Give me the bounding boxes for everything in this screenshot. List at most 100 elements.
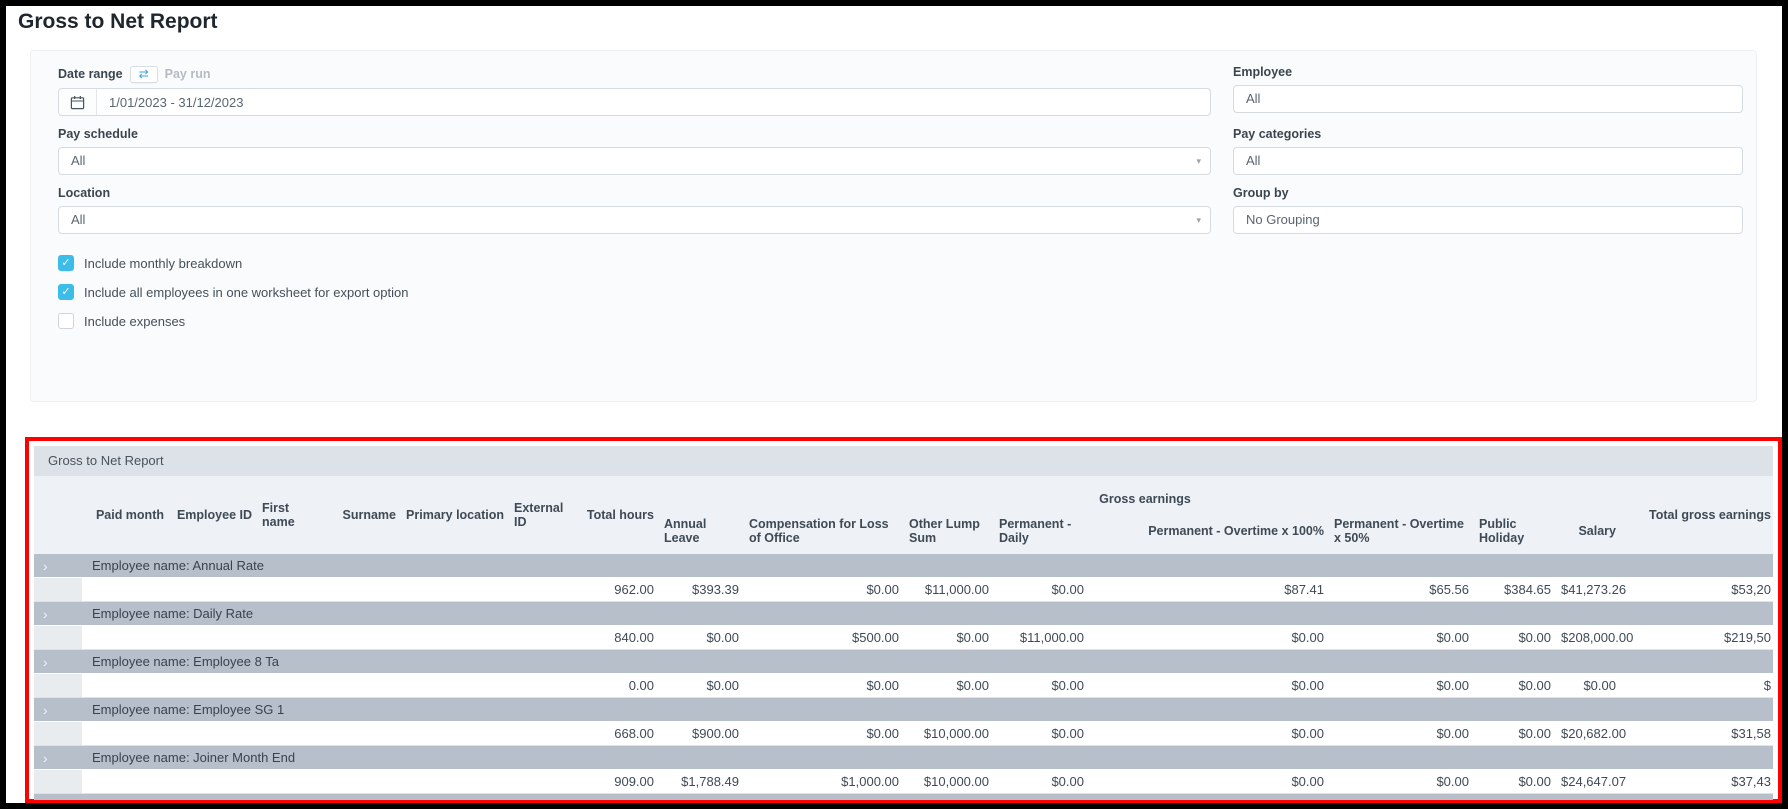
row-expander-cell (34, 626, 84, 649)
expand-chevron-icon[interactable]: › (34, 555, 84, 577)
report-scroll-area[interactable]: Paid monthEmployee IDFirst nameSurnamePr… (34, 476, 1773, 800)
cell-earning: $1,000.00 (749, 770, 909, 793)
expand-chevron-icon[interactable]: › (34, 651, 84, 673)
cell-earning: $0.00 (1334, 674, 1479, 697)
employee-group-row[interactable]: ›Employee name: Employee SG 1 (34, 698, 1773, 722)
employee-group-label: Employee name: Employee SG 1 (84, 702, 284, 717)
employee-select-value: All (1246, 91, 1260, 106)
cell-earning: $0.00 (1479, 674, 1561, 697)
cell-earning: $24,647.07 (1561, 770, 1626, 793)
cell-earning: $0.00 (909, 674, 999, 697)
header-spacer (34, 476, 84, 554)
employee-select[interactable]: All (1233, 85, 1743, 113)
row-expander-cell (34, 722, 84, 745)
report-table: Paid monthEmployee IDFirst nameSurnamePr… (34, 476, 1773, 800)
cell-earning: $0.00 (999, 674, 1094, 697)
cell-total-gross: $37,43 (1626, 770, 1773, 793)
cell-earning: $0.00 (1334, 770, 1479, 793)
pay-run-label: Pay run (165, 67, 211, 81)
cell-earning: $0.00 (999, 578, 1094, 601)
column-header: Surname (334, 476, 406, 554)
cell-earning: $384.65 (1479, 578, 1561, 601)
report-data-row: 909.00$1,788.49$1,000.00$10,000.00$0.00$… (34, 770, 1773, 794)
pay-categories-label: Pay categories (1233, 127, 1743, 142)
checkbox-row[interactable]: ✓Include all employees in one worksheet … (58, 284, 1211, 300)
cell-earning: $65.56 (1334, 578, 1479, 601)
row-expander-cell (34, 578, 84, 601)
cell-earning: $10,000.00 (909, 722, 999, 745)
report-header: Paid monthEmployee IDFirst nameSurnamePr… (34, 476, 1773, 554)
group-by-select-value: No Grouping (1246, 212, 1320, 227)
employee-group-row[interactable]: ›Employee name: Employee 8 Ta (34, 650, 1773, 674)
column-header: Paid month (84, 476, 174, 554)
checkbox-row[interactable]: Include expenses (58, 313, 1211, 329)
report-body: ›Employee name: Annual Rate962.00$393.39… (34, 554, 1773, 800)
column-header: Employee ID (174, 476, 262, 554)
cell-total-gross: $ (1626, 674, 1773, 697)
cell-earning: $0.00 (1094, 674, 1334, 697)
report-data-row: 0.00$0.00$0.00$0.00$0.00$0.00$0.00$0.00$… (34, 674, 1773, 698)
cell-total-gross: $219,50 (1626, 626, 1773, 649)
field-employee: Employee All (1233, 65, 1743, 116)
expand-chevron-icon[interactable]: › (34, 747, 84, 769)
cell-earning: $87.41 (1094, 578, 1334, 601)
chevron-down-icon: ▾ (1196, 207, 1201, 233)
cell-earning: $41,273.26 (1561, 578, 1626, 601)
earnings-column-header: Permanent - Overtime x 50% (1334, 508, 1479, 554)
cell-earning: $208,000.00 (1561, 626, 1626, 649)
checkbox-checked-icon[interactable]: ✓ (58, 255, 74, 271)
earnings-group-header: Gross earnings (664, 476, 1626, 508)
pay-categories-select-value: All (1246, 153, 1260, 168)
earnings-column-header: Public Holiday (1479, 508, 1561, 554)
pay-schedule-select[interactable]: All ▾ (58, 147, 1211, 175)
partial-next-row (34, 794, 1773, 800)
cell-total-hours: 668.00 (586, 722, 664, 745)
employee-group-row[interactable]: ›Employee name: Annual Rate (34, 554, 1773, 578)
date-range-input-wrap (58, 88, 1211, 116)
checkbox-unchecked-icon[interactable] (58, 313, 74, 329)
location-select-value: All (71, 212, 85, 227)
expand-chevron-icon[interactable]: › (34, 603, 84, 625)
row-expander-cell (34, 674, 84, 697)
location-label: Location (58, 186, 1211, 201)
expand-chevron-icon[interactable]: › (34, 699, 84, 721)
field-pay-categories: Pay categories All (1233, 127, 1743, 175)
cell-total-hours: 0.00 (586, 674, 664, 697)
date-payrun-swap-toggle[interactable]: ⇄ (130, 66, 158, 83)
cell-total-hours: 840.00 (586, 626, 664, 649)
employee-group-row[interactable]: ›Employee name: Joiner Month End (34, 746, 1773, 770)
group-by-select[interactable]: No Grouping (1233, 206, 1743, 234)
checkbox-checked-icon[interactable]: ✓ (58, 284, 74, 300)
date-range-input[interactable] (97, 89, 1210, 115)
cell-total-gross: $53,20 (1626, 578, 1773, 601)
cell-earning: $0.00 (1479, 722, 1561, 745)
field-group-by: Group by No Grouping (1233, 186, 1743, 234)
chevron-down-icon: ▾ (1196, 148, 1201, 174)
cell-total-hours: 962.00 (586, 578, 664, 601)
cell-earning: $0.00 (1479, 770, 1561, 793)
checkbox-row[interactable]: ✓Include monthly breakdown (58, 255, 1211, 271)
employee-label: Employee (1233, 65, 1743, 80)
field-location: Location All ▾ (58, 186, 1211, 234)
cell-earning: $500.00 (749, 626, 909, 649)
earnings-column-header: Salary (1561, 508, 1626, 554)
cell-earning: $0.00 (1334, 722, 1479, 745)
location-select[interactable]: All ▾ (58, 206, 1211, 234)
filter-panel: Date range ⇄ Pay run (30, 50, 1757, 402)
employee-group-row[interactable]: ›Employee name: Daily Rate (34, 602, 1773, 626)
cell-total-gross: $31,58 (1626, 722, 1773, 745)
column-header: External ID (514, 476, 586, 554)
field-pay-schedule: Pay schedule All ▾ (58, 127, 1211, 175)
employee-group-label: Employee name: Daily Rate (84, 606, 253, 621)
highlight-border: Gross to Net Report Paid monthEmployee I… (25, 437, 1782, 803)
row-expander-cell (34, 770, 84, 793)
employee-group-label: Employee name: Employee 8 Ta (84, 654, 279, 669)
cell-earning: $20,682.00 (1561, 722, 1626, 745)
cell-earning: $11,000.00 (909, 578, 999, 601)
cell-earning: $1,788.49 (664, 770, 749, 793)
report-data-row: 668.00$900.00$0.00$10,000.00$0.00$0.00$0… (34, 722, 1773, 746)
pay-schedule-label: Pay schedule (58, 127, 1211, 142)
earnings-column-header: Annual Leave (664, 508, 749, 554)
pay-categories-select[interactable]: All (1233, 147, 1743, 175)
total-gross-column-header: Total gross earnings (1626, 476, 1773, 554)
